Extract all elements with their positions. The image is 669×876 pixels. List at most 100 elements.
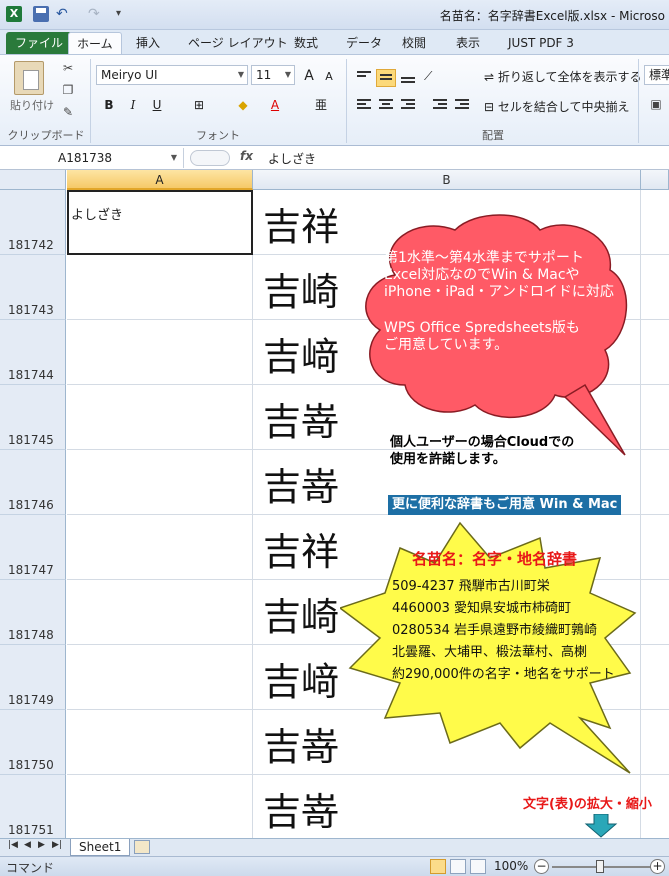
- cell-a[interactable]: [67, 255, 253, 320]
- normal-view-icon[interactable]: [430, 859, 446, 874]
- cell-a[interactable]: [67, 515, 253, 580]
- merge-center-button[interactable]: ⊟ セルを結合して中央揃え: [484, 98, 630, 115]
- wrap-text-icon: ⇌: [484, 70, 498, 84]
- cell-c[interactable]: [641, 385, 669, 450]
- number-format-select[interactable]: 標準: [644, 65, 669, 85]
- tab-page-layout[interactable]: ページ レイアウト: [180, 32, 296, 54]
- zoom-note: 文字(表)の拡大・縮小: [523, 797, 652, 812]
- surname-text: 吉嵜: [263, 400, 340, 444]
- tab-review[interactable]: 校閲: [394, 32, 434, 54]
- next-sheet-icon[interactable]: ▶: [38, 840, 45, 850]
- row-header[interactable]: 181749: [0, 645, 66, 710]
- promo-banner[interactable]: 更に便利な辞書もご用意 Win & Mac: [388, 495, 622, 515]
- sheet-tab-sheet1[interactable]: Sheet1: [70, 839, 131, 856]
- cell-a[interactable]: よしざき: [67, 190, 253, 255]
- row-header[interactable]: 181744: [0, 320, 66, 385]
- decrease-indent-icon[interactable]: [430, 97, 450, 115]
- font-size-select[interactable]: 11 ▼: [251, 65, 295, 85]
- formula-input[interactable]: よしざき: [268, 150, 316, 167]
- row-header[interactable]: 181745: [0, 385, 66, 450]
- cell-a[interactable]: [67, 320, 253, 385]
- cell-a[interactable]: [67, 580, 253, 645]
- wrap-text-button[interactable]: ⇌ 折り返して全体を表示する: [484, 68, 642, 85]
- font-color-icon[interactable]: A: [266, 96, 284, 114]
- cell-c[interactable]: [641, 320, 669, 385]
- shrink-font-button[interactable]: A: [320, 68, 338, 86]
- select-all-corner[interactable]: [0, 170, 66, 190]
- cell-c[interactable]: [641, 450, 669, 515]
- phonetic-icon[interactable]: 亜: [312, 96, 330, 114]
- license-note: 使用を許諾します。: [390, 452, 506, 467]
- align-right-icon[interactable]: [398, 97, 418, 115]
- bold-button[interactable]: B: [100, 96, 118, 114]
- last-sheet-icon[interactable]: ▶|: [52, 840, 62, 850]
- copy-icon[interactable]: ❐: [60, 83, 76, 97]
- row-header[interactable]: 181746: [0, 450, 66, 515]
- cell-a[interactable]: [67, 710, 253, 775]
- redo-icon[interactable]: ↷: [88, 6, 104, 22]
- formula-bar-handle[interactable]: [190, 150, 230, 166]
- new-sheet-icon[interactable]: [134, 840, 150, 854]
- currency-icon[interactable]: ▣: [648, 97, 664, 111]
- paste-button[interactable]: 貼り付け: [10, 97, 54, 113]
- cell-a[interactable]: [67, 645, 253, 710]
- tab-data[interactable]: データ: [338, 32, 390, 54]
- cell-a[interactable]: [67, 775, 253, 838]
- paste-icon[interactable]: [14, 61, 44, 95]
- row-header[interactable]: 181742: [0, 190, 66, 255]
- save-icon[interactable]: [33, 6, 49, 22]
- name-box[interactable]: A181738 ▼: [4, 148, 184, 168]
- format-painter-icon[interactable]: ✎: [60, 105, 76, 119]
- column-header-c[interactable]: [641, 170, 669, 190]
- undo-icon[interactable]: ↶: [56, 6, 72, 22]
- cut-icon[interactable]: ✂: [60, 61, 76, 75]
- tab-formulas[interactable]: 数式: [286, 32, 326, 54]
- cell-c[interactable]: [641, 580, 669, 645]
- row-number: 181747: [8, 563, 54, 577]
- column-header-b[interactable]: B: [253, 170, 641, 190]
- fill-color-icon[interactable]: ◆: [234, 96, 252, 114]
- orientation-icon[interactable]: ⟋: [424, 69, 444, 87]
- increase-indent-icon[interactable]: [452, 97, 472, 115]
- cell-c[interactable]: [641, 515, 669, 580]
- cell-a[interactable]: [67, 450, 253, 515]
- column-header-a[interactable]: A: [67, 170, 253, 190]
- worksheet-grid[interactable]: A B 181742 よしざき 吉祥 181743 吉崎 181744 吉﨑 181745 吉嵜…: [0, 170, 669, 838]
- zoom-level[interactable]: 100%: [494, 859, 528, 873]
- zoom-out-button[interactable]: −: [534, 859, 549, 874]
- customize-qat-icon[interactable]: ▾: [116, 6, 132, 22]
- tab-file[interactable]: ファイル: [6, 32, 73, 54]
- tab-view[interactable]: 表示: [448, 32, 488, 54]
- cell-c[interactable]: [641, 710, 669, 775]
- first-sheet-icon[interactable]: |◀: [8, 840, 18, 850]
- row-header[interactable]: 181748: [0, 580, 66, 645]
- zoom-slider-thumb[interactable]: [596, 860, 604, 873]
- align-bottom-icon[interactable]: [398, 69, 418, 87]
- row-header[interactable]: 181747: [0, 515, 66, 580]
- align-middle-icon[interactable]: [376, 69, 396, 87]
- underline-button[interactable]: U: [148, 96, 166, 114]
- row-header[interactable]: 181751: [0, 775, 66, 838]
- cell-c[interactable]: [641, 255, 669, 320]
- row-header[interactable]: 181750: [0, 710, 66, 775]
- tab-just-pdf[interactable]: JUST PDF 3: [500, 32, 582, 54]
- cell-c[interactable]: [641, 645, 669, 710]
- align-center-icon[interactable]: [376, 97, 396, 115]
- font-name-select[interactable]: Meiryo UI ▼: [96, 65, 248, 85]
- excel-logo-icon[interactable]: X: [6, 6, 22, 22]
- align-top-icon[interactable]: [354, 69, 374, 87]
- tab-insert[interactable]: 挿入: [128, 32, 168, 54]
- page-layout-view-icon[interactable]: [450, 859, 466, 874]
- align-left-icon[interactable]: [354, 97, 374, 115]
- insert-function-button[interactable]: fx: [240, 149, 253, 163]
- row-header[interactable]: 181743: [0, 255, 66, 320]
- italic-button[interactable]: I: [124, 96, 142, 114]
- cell-a[interactable]: [67, 385, 253, 450]
- borders-icon[interactable]: ⊞: [190, 96, 208, 114]
- grow-font-button[interactable]: A: [300, 67, 318, 85]
- zoom-in-button[interactable]: +: [650, 859, 665, 874]
- cell-c[interactable]: [641, 190, 669, 255]
- page-break-view-icon[interactable]: [470, 859, 486, 874]
- tab-home[interactable]: ホーム: [68, 32, 122, 54]
- prev-sheet-icon[interactable]: ◀: [24, 840, 31, 850]
